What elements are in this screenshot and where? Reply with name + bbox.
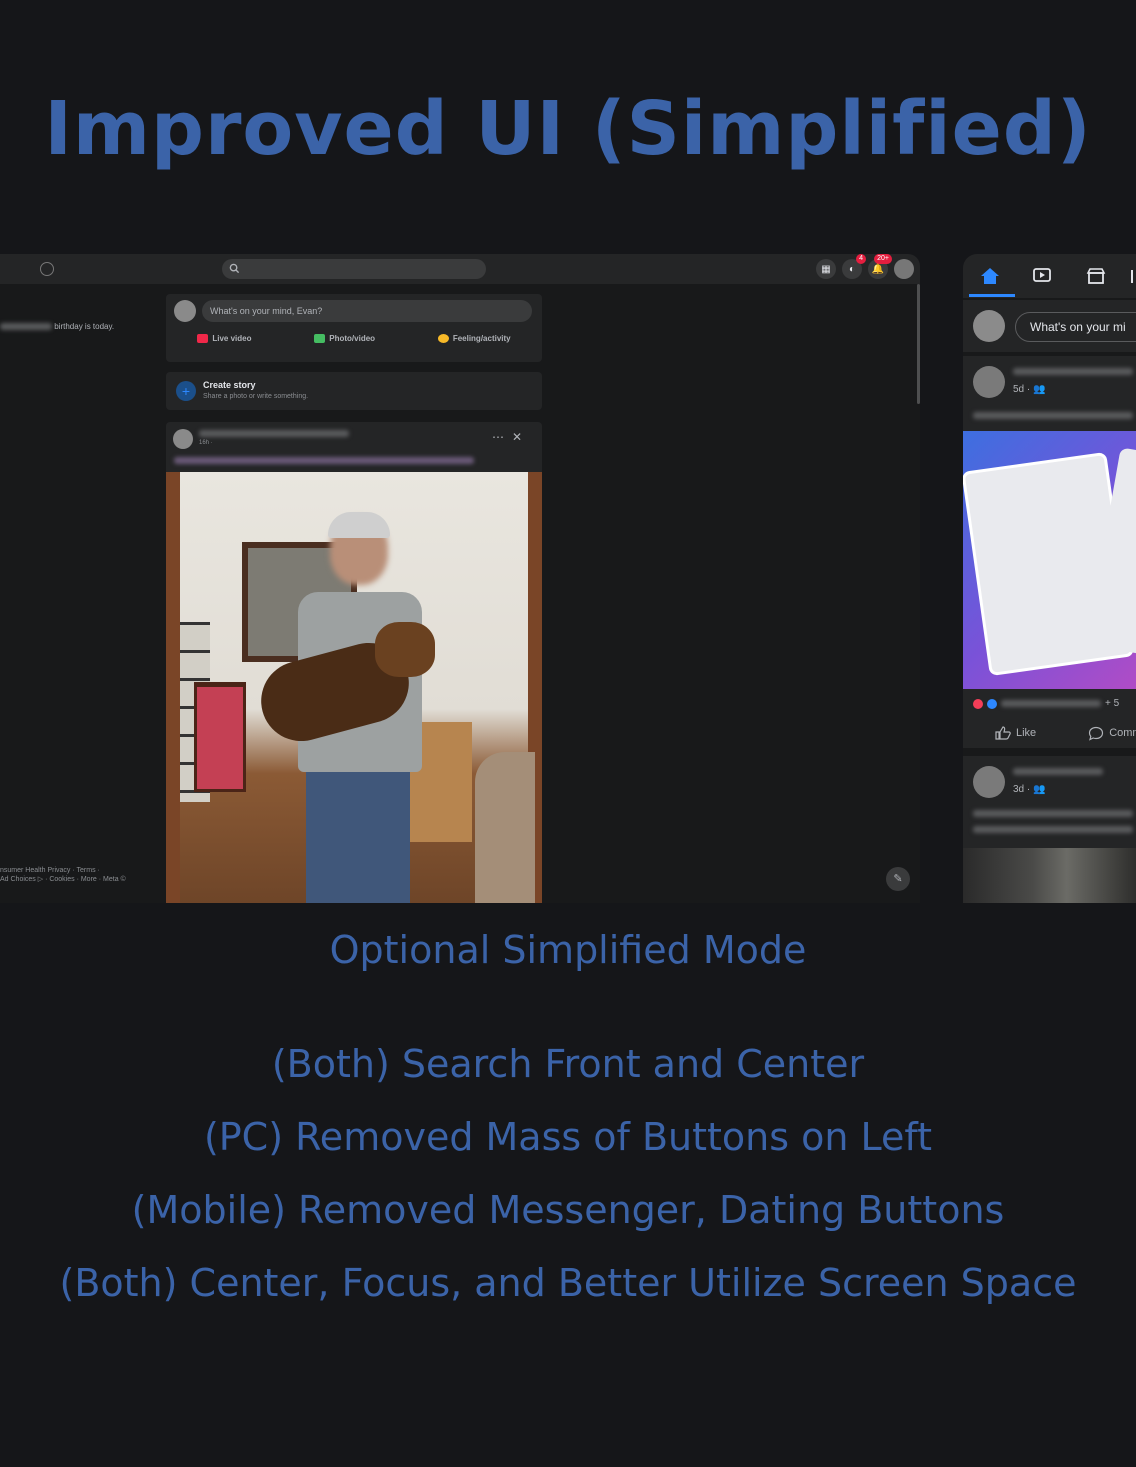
mobile-post-2-image[interactable]: [963, 848, 1136, 903]
photo-video-button[interactable]: Photo/video: [314, 334, 375, 343]
profile-avatar[interactable]: [894, 259, 914, 279]
love-reaction-icon: [973, 698, 983, 709]
menu-grid-icon[interactable]: ▦: [816, 259, 836, 279]
friends-icon: 👥: [1033, 384, 1046, 395]
status-input[interactable]: What's on your mind, Evan?: [202, 300, 532, 322]
caption-screen-space: (Both) Center, Focus, and Better Utilize…: [59, 1261, 1077, 1305]
caption-mobile-buttons: (Mobile) Removed Messenger, Dating Butto…: [131, 1188, 1005, 1232]
blurred-post-text-1: [973, 810, 1133, 817]
mobile-post-2-avatar[interactable]: [973, 766, 1005, 798]
caption-search: (Both) Search Front and Center: [271, 1042, 865, 1086]
post-photo[interactable]: [166, 472, 542, 903]
blurred-post-text: [973, 412, 1133, 419]
blurred-name: [0, 323, 52, 331]
scrollbar[interactable]: [917, 284, 920, 404]
footer-line-2: Ad Choices ▷ · Cookies · More · Meta ©: [0, 876, 126, 883]
photo-person-legs: [306, 772, 410, 903]
notifications-bell-icon[interactable]: 🔔 20+: [868, 254, 892, 279]
mobile-post-2: 3d · 👥: [963, 756, 1136, 903]
video-icon[interactable]: [1031, 266, 1053, 286]
post-timestamp: 16h ·: [199, 440, 213, 446]
birthday-notice[interactable]: birthday is today.: [0, 322, 114, 331]
post-controls: ⋯✕: [492, 430, 530, 444]
notifications-badge: 20+: [874, 254, 892, 264]
photo-room: [180, 472, 535, 903]
live-video-label: Live video: [212, 334, 252, 343]
photo-dog-head: [375, 622, 435, 677]
post-author-avatar[interactable]: [173, 429, 193, 449]
mobile-post-2-time-text: 3d ·: [1013, 784, 1031, 795]
mobile-nav-bar: [963, 254, 1136, 298]
photo-rocking-chair: [194, 682, 246, 792]
composer-actions: Live video Photo/video Feeling/activity: [166, 334, 542, 343]
active-tab-indicator: [969, 294, 1015, 297]
mobile-post-actions: Like Comm: [963, 718, 1136, 748]
live-video-button[interactable]: Live video: [197, 334, 252, 343]
mobile-composer: What's on your mi: [963, 300, 1136, 352]
messenger-badge: 4: [856, 254, 866, 264]
slide-title: Improved UI (Simplified): [44, 86, 1092, 172]
reactions-more: + 5: [1105, 698, 1120, 709]
marketplace-icon[interactable]: [1085, 266, 1107, 286]
blurred-author-name: [1013, 768, 1103, 775]
create-story-card[interactable]: + Create story Share a photo or write so…: [166, 372, 542, 410]
mobile-post-2-time: 3d · 👥: [1013, 784, 1045, 795]
mobile-post-avatar[interactable]: [973, 366, 1005, 398]
top-right-icons: ▦ ◐ 4 🔔 20+: [816, 254, 914, 279]
feed-post: 16h · ⋯✕: [166, 422, 542, 903]
blurred-post-text: [174, 457, 474, 464]
caption-pc-buttons: (PC) Removed Mass of Buttons on Left: [203, 1115, 933, 1159]
plus-icon: +: [176, 381, 196, 401]
blurred-reactors: [1001, 700, 1101, 707]
feeling-activity-button[interactable]: Feeling/activity: [437, 334, 511, 343]
subtitle: Optional Simplified Mode: [329, 928, 807, 972]
create-story-subtitle: Share a photo or write something.: [203, 393, 309, 400]
like-button[interactable]: Like: [995, 726, 1036, 740]
birthday-text: birthday is today.: [54, 322, 115, 331]
mobile-post-1: 5d · 👥 + 5 Like Comm: [963, 356, 1136, 748]
thumbs-up-icon: [995, 726, 1011, 740]
like-reaction-icon: [987, 698, 997, 709]
post-composer: What's on your mind, Evan? Live video Ph…: [166, 294, 542, 362]
photo-sofa: [475, 752, 535, 903]
mobile-post-image[interactable]: [963, 431, 1136, 689]
mobile-status-input[interactable]: What's on your mi: [1015, 312, 1136, 342]
live-video-icon: [197, 334, 209, 343]
next-tab-icon[interactable]: [1127, 266, 1136, 286]
blurred-author-name: [199, 430, 349, 437]
home-icon[interactable]: [979, 266, 1001, 286]
new-message-icon[interactable]: ✎: [886, 867, 910, 891]
mobile-post-time-text: 5d ·: [1013, 384, 1031, 395]
photo-person-cap: [328, 512, 390, 538]
footer-line-1: nsumer Health Privacy · Terms ·: [0, 867, 100, 874]
mobile-screenshot: What's on your mi 5d · 👥 + 5 Like Comm: [963, 254, 1136, 903]
friends-icon: 👥: [1033, 784, 1046, 795]
comment-icon: [1089, 726, 1104, 741]
comment-label: Comm: [1109, 727, 1136, 739]
search-input[interactable]: [222, 259, 486, 279]
photo-video-label: Photo/video: [329, 334, 376, 343]
mobile-user-avatar[interactable]: [973, 310, 1005, 342]
mobile-post-time: 5d · 👥: [1013, 384, 1045, 395]
feeling-activity-label: Feeling/activity: [452, 334, 511, 343]
blurred-post-text-2: [973, 826, 1133, 833]
smiley-icon: [437, 334, 449, 343]
facebook-logo-icon[interactable]: [40, 262, 54, 276]
pc-screenshot: ▦ ◐ 4 🔔 20+ birthday is today. nsumer Heal…: [0, 254, 920, 903]
search-icon: [229, 263, 240, 274]
comment-button[interactable]: Comm: [1088, 726, 1136, 741]
more-options-icon[interactable]: ⋯: [492, 430, 512, 444]
photo-icon: [314, 334, 326, 343]
reactions-summary[interactable]: + 5: [973, 698, 1119, 709]
close-icon[interactable]: ✕: [512, 430, 530, 444]
messenger-icon[interactable]: ◐ 4: [842, 254, 866, 279]
user-avatar[interactable]: [174, 300, 196, 322]
create-story-title: Create story: [203, 380, 256, 390]
pc-top-bar: ▦ ◐ 4 🔔 20+: [0, 254, 920, 284]
like-label: Like: [1016, 727, 1037, 739]
blurred-author-name: [1013, 368, 1133, 375]
footer-links: nsumer Health Privacy · Terms · Ad Choic…: [0, 866, 126, 884]
